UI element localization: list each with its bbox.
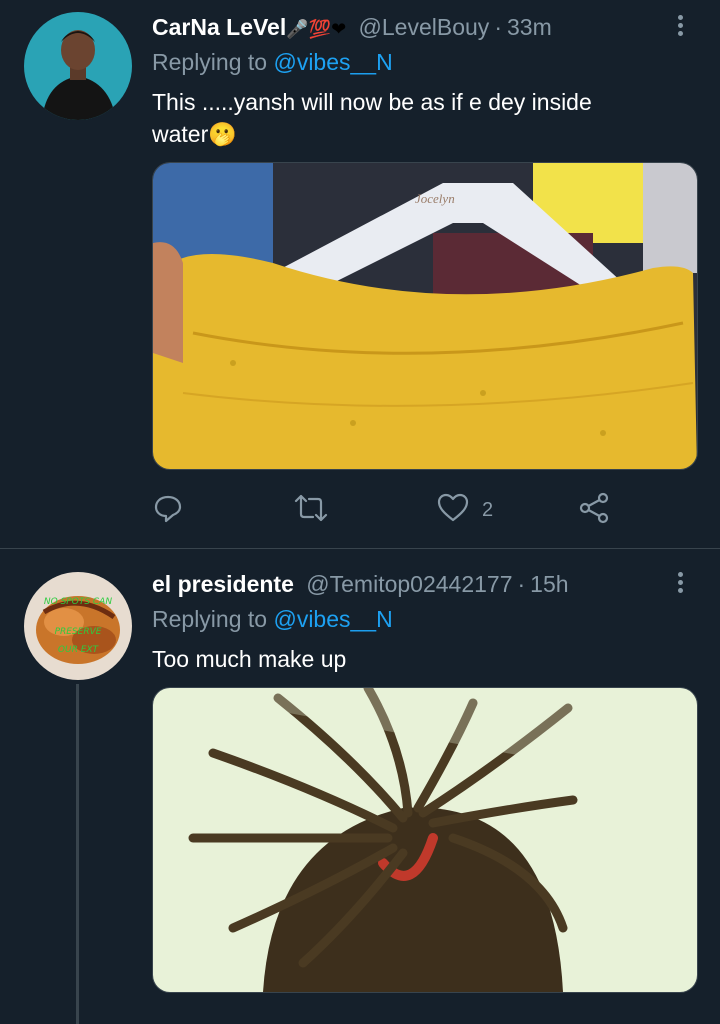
username[interactable]: @LevelBouy <box>359 14 490 40</box>
tweet-image[interactable] <box>152 687 698 993</box>
tweet-text: This .....yansh will now be as if e dey … <box>152 89 592 147</box>
share-icon <box>578 492 610 529</box>
tweet-header: el presidente @Temitop02442177 · 15h <box>152 569 569 599</box>
svg-text:OUR EXT: OUR EXT <box>58 645 100 655</box>
reply-button[interactable] <box>152 488 184 532</box>
like-button[interactable]: 2 <box>436 488 493 532</box>
tweet-actions: 2 <box>152 488 622 532</box>
username[interactable]: @Temitop02442177 <box>306 571 512 597</box>
replying-to: Replying to @vibes__N <box>152 47 393 77</box>
display-name[interactable]: CarNa LeVel <box>152 14 286 40</box>
tweet[interactable]: CarNa LeVel🎤💯❤ @LevelBouy · 33m Replying t… <box>0 0 720 548</box>
retweet-icon <box>294 492 328 529</box>
reply-mention-link[interactable]: @vibes__N <box>273 49 392 75</box>
replying-label: Replying to <box>152 606 268 632</box>
hanger-brand-text: Jocelyn <box>415 191 455 206</box>
avatar[interactable] <box>24 12 132 120</box>
timestamp[interactable]: 15h <box>530 571 568 597</box>
avatar[interactable]: NO SPOTS CAN PRESERVE OUR EXT <box>24 572 132 680</box>
timestamp[interactable]: 33m <box>507 14 552 40</box>
heart-icon <box>436 492 470 529</box>
tweet[interactable]: NO SPOTS CAN PRESERVE OUR EXT el preside… <box>0 549 720 1024</box>
thread-line <box>76 684 79 1024</box>
share-button[interactable] <box>578 488 610 532</box>
replying-label: Replying to <box>152 49 268 75</box>
svg-text:PRESERVE: PRESERVE <box>55 627 102 637</box>
retweet-button[interactable] <box>294 488 328 532</box>
like-count: 2 <box>482 498 494 521</box>
separator: · <box>494 14 502 40</box>
reply-mention-link[interactable]: @vibes__N <box>273 606 392 632</box>
separator: · <box>517 571 526 597</box>
avatar-text: NO SPOTS CAN <box>44 597 112 607</box>
tweet-text: Too much make up <box>152 646 347 672</box>
more-options-icon[interactable] <box>670 569 690 599</box>
replying-to: Replying to @vibes__N <box>152 604 393 634</box>
display-name[interactable]: el presidente <box>152 571 294 597</box>
more-options-icon[interactable] <box>670 12 690 42</box>
tweet-image[interactable]: Jocelyn <box>152 162 698 470</box>
reply-icon <box>152 492 184 529</box>
name-emojis: 🎤💯❤ <box>286 19 347 39</box>
tweet-header: CarNa LeVel🎤💯❤ @LevelBouy · 33m <box>152 12 552 42</box>
